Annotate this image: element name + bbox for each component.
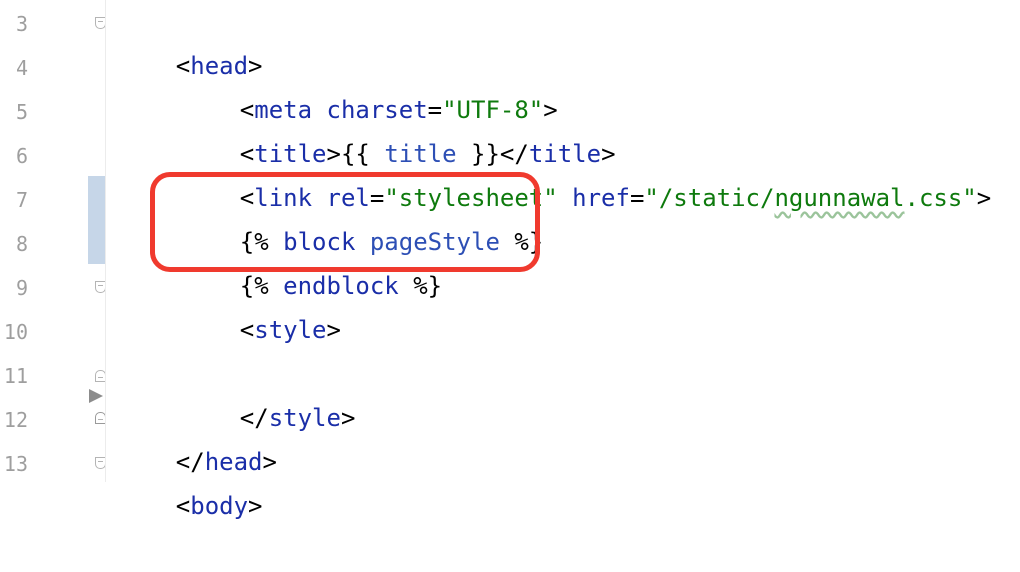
spelling-warning-word[interactable]: ngunnawal [774, 184, 904, 212]
code-line-5[interactable]: <title>{{ title }}</title> [182, 88, 616, 168]
vcs-change-marker[interactable] [88, 176, 105, 264]
code-line-3[interactable]: <head> [118, 0, 263, 80]
code-line-11[interactable]: </style> [182, 352, 356, 432]
code-line-12[interactable]: </head> [118, 396, 277, 476]
tag-name: body [190, 492, 249, 520]
line-number: 4 [15, 56, 28, 80]
line-number: 7 [15, 188, 28, 212]
line-number: 3 [15, 12, 28, 36]
tag-bracket: > [976, 184, 992, 212]
line-number: 11 [3, 364, 28, 388]
code-editor[interactable]: 3 4 5 6 7 8 9 10 11 12 13 <head> <meta c… [0, 0, 1020, 520]
gutter-divider [105, 0, 106, 482]
tag-bracket: < [175, 492, 191, 520]
tag-bracket: > [326, 316, 341, 344]
code-line-6[interactable]: <link rel="stylesheet" href="/static/ngu… [182, 132, 991, 212]
line-number: 13 [3, 452, 28, 476]
attribute-value: .css" [904, 184, 977, 212]
equals-sign: = [629, 184, 645, 212]
highlight-annotation-box [150, 172, 540, 272]
code-line-13[interactable]: <body> [118, 440, 263, 520]
caret-arrow-icon [89, 389, 103, 403]
tag-bracket: > [340, 404, 356, 432]
line-number: 5 [15, 100, 28, 124]
code-line-4[interactable]: <meta charset="UTF-8"> [182, 44, 558, 124]
template-delimiter: %} [413, 272, 443, 300]
line-number: 6 [15, 144, 28, 168]
attribute-value: "/static/ [644, 184, 775, 212]
line-number: 12 [3, 408, 28, 432]
line-number: 8 [15, 232, 28, 256]
tag-bracket: > [262, 448, 277, 476]
tag-name: style [254, 316, 327, 344]
tag-bracket: > [248, 492, 263, 520]
code-line-10[interactable] [182, 308, 240, 352]
line-number: 10 [3, 320, 28, 344]
line-number: 9 [15, 276, 28, 300]
line-gutter: 3 4 5 6 7 8 9 10 11 12 13 [0, 0, 112, 482]
attribute-name: href [572, 184, 630, 212]
tag-name: style [268, 404, 341, 432]
tag-bracket: < [239, 316, 255, 344]
